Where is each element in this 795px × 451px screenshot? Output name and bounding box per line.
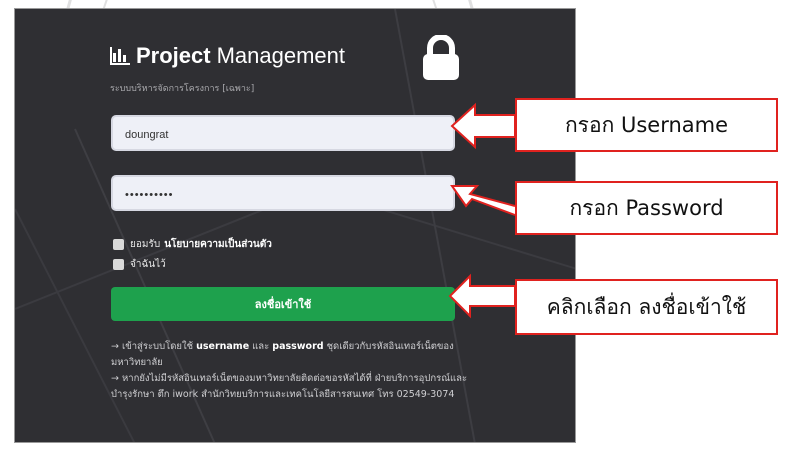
- callout-password: กรอก Password: [515, 181, 778, 235]
- callout-username: กรอก Username: [515, 98, 778, 152]
- callout-login: คลิกเลือก ลงชื่อเข้าใช้: [515, 279, 778, 335]
